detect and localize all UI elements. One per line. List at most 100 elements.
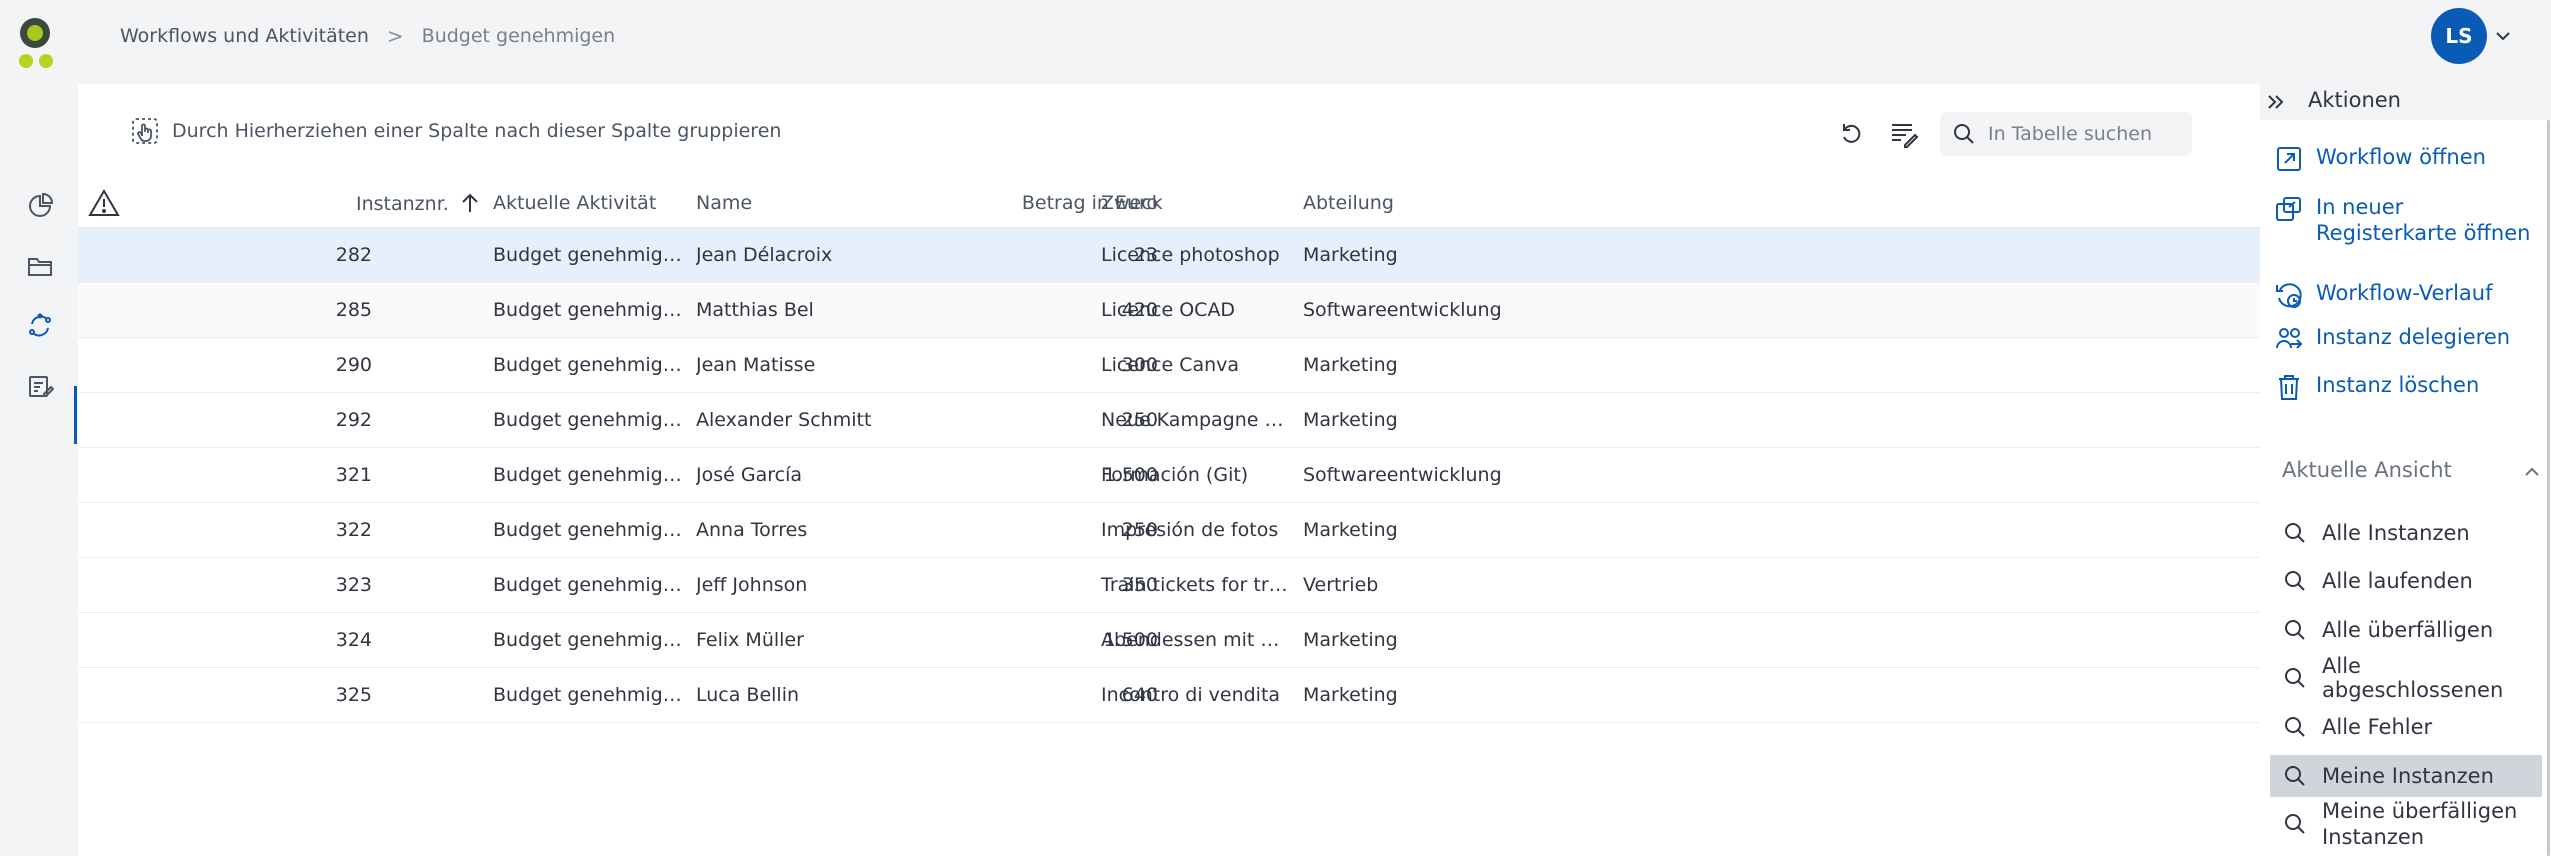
instances-table: Instanznr. Aktuelle Aktivität Name Betra…	[78, 178, 2260, 723]
active-nav-indicator	[74, 386, 77, 444]
cell-number: 285	[335, 299, 372, 321]
dashboard-nav-button[interactable]	[20, 186, 60, 226]
table-row[interactable]: 321 Budget genehmigen José García 1.500 …	[78, 448, 2260, 503]
view-item[interactable]: Alle laufenden	[2270, 560, 2542, 602]
open-workflow-action[interactable]: Workflow öffnen	[2274, 144, 2486, 174]
panel-scrollbar[interactable]	[2547, 120, 2550, 856]
cell-number: 323	[335, 574, 372, 596]
table-row[interactable]: 324 Budget genehmigen Felix Müller 1.500…	[78, 613, 2260, 668]
cell-name: Felix Müller	[696, 629, 804, 651]
cell-name: Jean Délacroix	[696, 244, 833, 266]
cell-activity: Budget genehmigen	[493, 464, 683, 486]
arrow-up-icon	[462, 193, 478, 212]
delete-instance-action[interactable]: Instanz löschen	[2274, 372, 2479, 402]
delegate-instance-action[interactable]: Instanz delegieren	[2274, 324, 2510, 354]
view-item-active[interactable]: Meine Instanzen	[2270, 755, 2542, 797]
app-logo[interactable]	[16, 16, 60, 68]
cell-number: 290	[335, 354, 372, 376]
group-by-dropzone[interactable]: Durch Hierherziehen einer Spalte nach di…	[130, 116, 781, 146]
cell-department: Marketing	[1303, 684, 1398, 706]
breadcrumb-separator-icon: >	[386, 24, 404, 48]
column-header-name[interactable]: Name	[696, 192, 752, 214]
cell-name: José García	[696, 464, 802, 486]
table-row[interactable]: 290 Budget genehmigen Jean Matisse 300 L…	[78, 338, 2260, 393]
search-icon	[2285, 523, 2305, 543]
table-row[interactable]: 282 Budget genehmigen Jean Délacroix 23 …	[78, 228, 2260, 283]
cell-activity: Budget genehmigen	[493, 629, 683, 651]
cell-department: Softwareentwicklung	[1303, 299, 1502, 321]
chevron-down-icon[interactable]	[2493, 26, 2513, 46]
documents-nav-button[interactable]	[20, 246, 60, 286]
reset-button[interactable]	[1832, 114, 1872, 154]
warning-icon[interactable]	[88, 188, 120, 218]
left-navigation	[0, 84, 78, 856]
table-search[interactable]	[1940, 112, 2192, 156]
table-row[interactable]: 325 Budget genehmigen Luca Bellin 640 In…	[78, 668, 2260, 723]
cell-department: Marketing	[1303, 519, 1398, 541]
cell-department: Softwareentwicklung	[1303, 464, 1502, 486]
pie-chart-icon	[29, 192, 54, 217]
user-avatar[interactable]: LS	[2431, 8, 2487, 64]
workflow-history-action[interactable]: Workflow-Verlauf	[2274, 280, 2492, 310]
cell-purpose: Licence photoshop	[1101, 244, 1280, 266]
cell-number: 282	[335, 244, 372, 266]
search-icon	[1954, 124, 1974, 144]
table-header: Instanznr. Aktuelle Aktivität Name Betra…	[78, 178, 2260, 228]
workflows-nav-button[interactable]	[20, 306, 60, 346]
cell-purpose: Licence Canva	[1101, 354, 1240, 376]
logo-ring	[20, 18, 50, 48]
open-new-tab-action[interactable]: In neuer Registerkarte öffnen	[2274, 194, 2544, 246]
table-row[interactable]: 285 Budget genehmigen Matthias Bel 420 L…	[78, 283, 2260, 338]
drag-hand-icon	[132, 118, 158, 144]
cell-department: Marketing	[1303, 409, 1398, 431]
breadcrumb-current: Budget genehmigen	[421, 25, 616, 47]
actions-panel-header: Aktionen	[2260, 84, 2551, 120]
edit-columns-button[interactable]	[1884, 114, 1924, 154]
search-input[interactable]	[1988, 123, 2188, 145]
cell-purpose: Neue Kampagne fü...	[1101, 409, 1288, 431]
view-item[interactable]: Alle überfälligen	[2270, 609, 2542, 651]
view-label: Alle laufenden	[2322, 569, 2473, 593]
cell-activity: Budget genehmigen	[493, 354, 683, 376]
table-row[interactable]: 323 Budget genehmigen Jeff Johnson 350 T…	[78, 558, 2260, 613]
search-icon	[2285, 814, 2305, 834]
action-label: Instanz löschen	[2316, 373, 2480, 397]
cell-purpose: Abendessen mit de...	[1101, 629, 1288, 651]
cell-purpose: Incontro di vendita	[1101, 684, 1281, 706]
cell-purpose: Impresión de fotos	[1101, 519, 1279, 541]
column-header-number[interactable]: Instanznr.	[356, 192, 481, 215]
cell-name: Alexander Schmitt	[696, 409, 872, 431]
view-item[interactable]: Meine überfälligen Instanzen	[2270, 796, 2542, 852]
double-chevron-right-icon[interactable]	[2264, 90, 2288, 114]
cell-number: 321	[335, 464, 372, 486]
cell-name: Matthias Bel	[696, 299, 814, 321]
view-label: Alle Instanzen	[2322, 521, 2470, 545]
breadcrumb: Workflows und Aktivitäten > Budget geneh…	[120, 24, 615, 48]
main-panel: Durch Hierherziehen einer Spalte nach di…	[78, 84, 2260, 856]
search-icon	[2285, 620, 2305, 640]
view-item[interactable]: Alle Instanzen	[2270, 512, 2542, 554]
chevron-up-icon[interactable]	[2522, 462, 2542, 482]
cell-number: 292	[335, 409, 372, 431]
open-external-icon	[2277, 147, 2301, 171]
column-header-department[interactable]: Abteilung	[1303, 192, 1394, 214]
cell-name: Anna Torres	[696, 519, 808, 541]
cell-purpose: Licence OCAD	[1101, 299, 1236, 321]
tasks-nav-button[interactable]	[20, 366, 60, 406]
breadcrumb-workflows-link[interactable]: Workflows und Aktivitäten	[120, 25, 369, 47]
cell-activity: Budget genehmigen	[493, 519, 683, 541]
view-item[interactable]: Alle Fehler	[2270, 706, 2542, 748]
cell-name: Jean Matisse	[696, 354, 816, 376]
table-row[interactable]: 322 Budget genehmigen Anna Torres 250 Im…	[78, 503, 2260, 558]
column-header-activity[interactable]: Aktuelle Aktivität	[493, 192, 656, 214]
table-row[interactable]: 292 Budget genehmigen Alexander Schmitt …	[78, 393, 2260, 448]
trash-icon	[2279, 375, 2299, 400]
view-label: Alle überfälligen	[2322, 618, 2494, 642]
column-header-purpose[interactable]: Zweck	[1101, 192, 1163, 214]
search-icon	[2285, 717, 2305, 737]
cell-activity: Budget genehmigen	[493, 299, 683, 321]
cell-number: 322	[335, 519, 372, 541]
new-tab-icon	[2276, 197, 2301, 221]
view-item[interactable]: Alle abgeschlossenen	[2270, 654, 2542, 702]
action-label: Instanz delegieren	[2316, 325, 2511, 349]
